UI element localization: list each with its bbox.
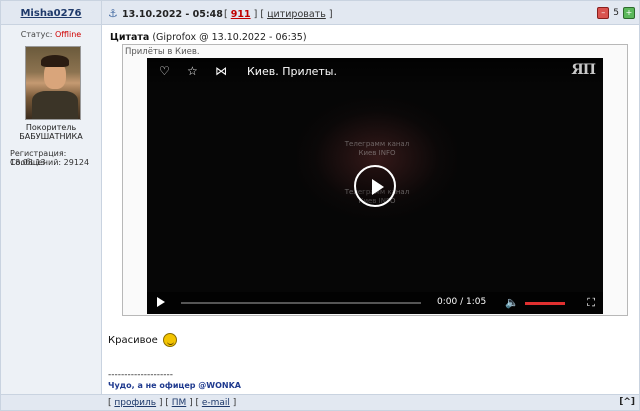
quote-box: Прилёты в Киев. ♡ ☆ ⋈ Киев. Прилеты. ЯП … [122, 44, 628, 316]
post-links: [ 911 ] [ цитировать ] [224, 9, 333, 20]
post-footer: [ профиль ] [ ПМ ] [ e-mail ] [^] [1, 394, 639, 410]
anchor-icon[interactable]: ⚓ [108, 7, 118, 20]
post-header: ⚓ 13.10.2022 - 05:48 [ 911 ] [ цитироват… [102, 1, 639, 25]
reputation-controls: – 5 + [597, 7, 635, 19]
post-number-link[interactable]: 911 [231, 9, 251, 20]
duration: 1:05 [466, 297, 487, 307]
video-controls: 0:00 / 1:05 🔈 ⛶ [147, 292, 603, 314]
progress-track[interactable] [181, 302, 421, 304]
volume-icon[interactable]: 🔈 [505, 296, 519, 309]
scroll-top-link[interactable]: [^] [619, 397, 635, 407]
avatar-body [32, 91, 78, 119]
share-icon[interactable]: ⋈ [215, 64, 227, 78]
author-header: Misha0276 [1, 1, 102, 25]
play-button[interactable] [354, 165, 396, 207]
signature: Чудо, а не офицер @WONKA [108, 381, 241, 390]
fullscreen-icon[interactable]: ⛶ [587, 296, 595, 310]
bracket: ] [ [250, 9, 268, 20]
bracket: ] [ [156, 398, 172, 408]
watermark-line: Телеграмм канал [344, 140, 410, 148]
bracket: ] [630, 397, 635, 407]
status-label: Статус: [20, 30, 53, 39]
email-link[interactable]: e-mail [202, 398, 230, 408]
current-time: 0:00 [437, 297, 458, 307]
watermark: Телеграмм канал Киев INFO [327, 140, 427, 158]
avatar-hair [41, 55, 69, 67]
reputation-count: 5 [613, 8, 619, 18]
forum-post: Misha0276 ⚓ 13.10.2022 - 05:48 [ 911 ] [… [0, 0, 640, 411]
author-rank-line1: Покоритель [25, 123, 77, 132]
message-body: Красивое [108, 333, 177, 347]
play-icon [372, 179, 384, 195]
message-text: Красивое [108, 335, 158, 346]
watermark-line: Киев INFO [358, 149, 396, 157]
author-nickname[interactable]: Misha0276 [20, 8, 81, 19]
author-rank-line2: БАБУШАТНИКА [19, 132, 83, 141]
quote-label: Цитата [110, 32, 150, 43]
play-small-icon[interactable] [157, 297, 165, 307]
signature-separator: -------------------- [108, 370, 173, 380]
status-value: Offline [54, 30, 82, 39]
author-status: Статус: Offline [1, 30, 101, 39]
avatar [25, 46, 81, 120]
bracket: ] [325, 9, 333, 20]
bracket: ] [ [186, 398, 202, 408]
bracket: [ [224, 9, 231, 20]
pm-link[interactable]: ПМ [172, 398, 187, 408]
quote-source: (Giprofox @ 13.10.2022 - 06:35) [152, 32, 307, 43]
time-separator: / [460, 297, 464, 307]
author-sidebar: Статус: Offline Покоритель БАБУШАТНИКА Р… [1, 25, 102, 410]
bracket: ] [229, 398, 237, 408]
quote-link[interactable]: цитировать [267, 9, 326, 20]
post-content: Цитата (Giprofox @ 13.10.2022 - 06:35) П… [102, 25, 639, 410]
video-player[interactable]: ♡ ☆ ⋈ Киев. Прилеты. ЯП Телеграмм канал … [147, 58, 603, 314]
profile-link[interactable]: профиль [114, 398, 156, 408]
video-time: 0:00 / 1:05 [437, 297, 486, 307]
top-arrow: ^ [623, 397, 631, 407]
rep-minus-icon[interactable]: – [597, 7, 610, 19]
quote-text: Прилёты в Киев. [125, 47, 200, 57]
volume-slider[interactable] [525, 302, 565, 305]
video-logo: ЯП [571, 62, 596, 78]
quote-header: Цитата (Giprofox @ 13.10.2022 - 06:35) [110, 32, 307, 43]
footer-links: [ профиль ] [ ПМ ] [ e-mail ] [108, 398, 236, 408]
heart-icon[interactable]: ♡ [159, 64, 170, 78]
video-title[interactable]: Киев. Прилеты. [247, 65, 337, 78]
star-icon[interactable]: ☆ [187, 64, 198, 78]
message-count: Сообщений: 29124 [10, 158, 90, 167]
post-date: 13.10.2022 - 05:48 [122, 9, 223, 20]
rep-plus-icon[interactable]: + [623, 7, 635, 19]
smiley-icon [162, 333, 177, 347]
